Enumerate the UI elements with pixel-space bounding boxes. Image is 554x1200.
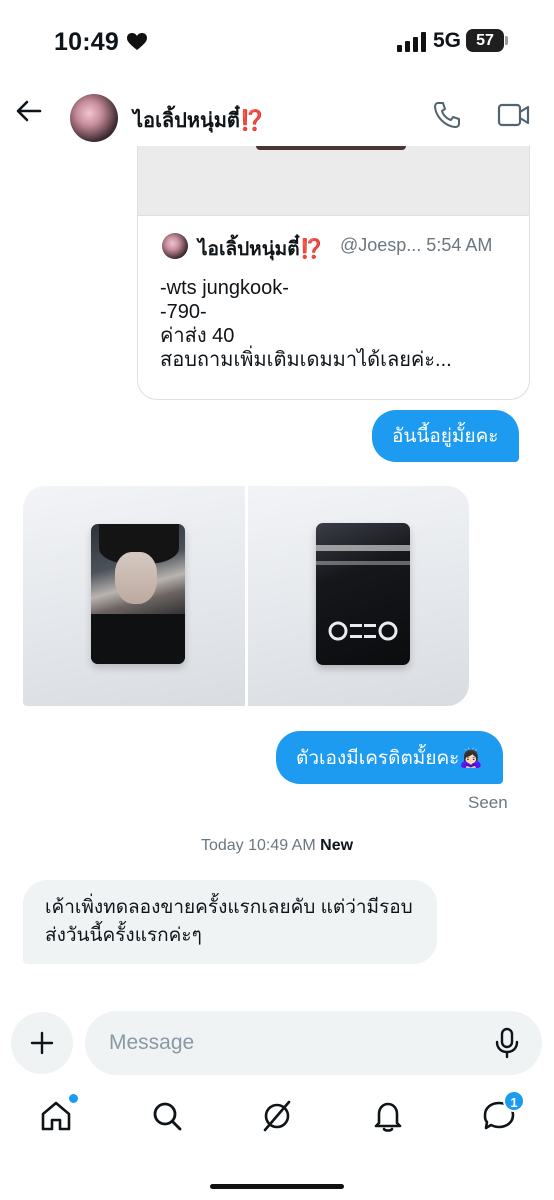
message-input[interactable]: Message — [85, 1011, 542, 1075]
back-arrow-icon[interactable] — [14, 96, 44, 126]
battery-indicator: 57 — [466, 29, 508, 52]
message-placeholder: Message — [109, 1031, 195, 1054]
quoted-post-line: -wts jungkook- — [160, 277, 289, 299]
quoted-post-text: -wts jungkook- -790- ค่าส่ง 40 สอบถามเพิ… — [160, 276, 520, 372]
quoted-post-line: ค่าส่ง 40 — [160, 325, 235, 347]
heart-icon — [127, 33, 147, 50]
seen-status: Seen — [468, 793, 508, 812]
quoted-post-author: ไอเลิ้ปหนุ่มตี๋⁉️ — [198, 239, 324, 260]
video-icon[interactable] — [497, 101, 531, 129]
messages-badge: 1 — [503, 1090, 525, 1112]
photocard-face — [115, 552, 157, 604]
avatar[interactable] — [70, 94, 118, 142]
network-label: 5G — [433, 29, 462, 52]
battery-level: 57 — [466, 29, 504, 52]
photocard-front — [91, 524, 185, 664]
plus-icon — [30, 1031, 54, 1055]
photo-front[interactable] — [23, 486, 245, 706]
message-text: อันนี้อยู่มั้ยคะ — [392, 426, 499, 447]
conversation-name[interactable]: ไอเลิ้ปหนุ่มตี๋⁉️ — [133, 104, 265, 136]
search-icon — [153, 1102, 182, 1131]
sent-message[interactable]: อันนี้อยู่มั้ยคะ — [372, 410, 519, 462]
nav-search[interactable] — [149, 1098, 185, 1134]
message-composer: Message — [0, 1006, 554, 1076]
notification-dot — [69, 1094, 78, 1103]
quoted-post-card[interactable]: ไอเลิ้ปหนุ่มตี๋⁉️ @Joesp... 5:54 AM -wts… — [137, 146, 530, 400]
nav-messages[interactable]: 1 — [481, 1090, 525, 1134]
nav-notifications[interactable] — [370, 1098, 406, 1134]
photocard-jacket — [91, 614, 185, 664]
home-icon — [41, 1101, 71, 1131]
photocard-back — [315, 523, 410, 665]
photocard-glare — [315, 545, 410, 551]
nav-home[interactable] — [38, 1094, 78, 1134]
quoted-post-media[interactable] — [138, 146, 529, 216]
message-text: เค้าเพิ่งทดลองขายครั้งแรกเลยคับ แต่ว่ามี… — [45, 897, 413, 946]
microphone-icon[interactable] — [493, 1027, 521, 1059]
grok-icon — [263, 1100, 291, 1132]
received-message[interactable]: เค้าเพิ่งทดลองขายครั้งแรกเลยคับ แต่ว่ามี… — [23, 880, 437, 964]
card-logo-icon — [328, 621, 397, 641]
timestamp-time: Today 10:49 AM — [200, 837, 316, 854]
quoted-post-handle-time: @Joesp... 5:54 AM — [340, 235, 493, 255]
home-indicator — [210, 1184, 344, 1189]
nav-grok[interactable] — [259, 1098, 295, 1134]
chat-header: ไอเลิ้ปหนุ่มตี๋⁉️ — [0, 84, 554, 146]
quoted-post-line: -790- — [160, 301, 207, 323]
add-attachment-button[interactable] — [11, 1012, 73, 1074]
message-text: ตัวเองมีเครดิตมั้ยคะ🙇🏻‍♀️ — [296, 747, 484, 769]
notifications-icon — [374, 1102, 402, 1132]
quoted-post-line: สอบถามเพิ่มเติมเดมมาได้เลยค่ะ... — [160, 349, 452, 371]
photo-attachments — [23, 486, 469, 706]
bottom-navigation: 1 — [0, 1090, 554, 1150]
battery-cap — [505, 36, 508, 45]
phone-icon[interactable] — [432, 100, 462, 130]
photocard-glare — [315, 561, 410, 565]
message-timestamp: Today 10:49 AM New — [0, 837, 554, 855]
new-label: New — [320, 837, 354, 854]
signal-icon — [397, 32, 426, 52]
status-time: 10:49 — [54, 28, 119, 56]
sent-message[interactable]: ตัวเองมีเครดิตมั้ยคะ🙇🏻‍♀️ — [276, 731, 504, 784]
photo-back[interactable] — [247, 486, 469, 706]
status-bar: 10:49 5G 57 — [0, 0, 554, 84]
media-edge — [256, 146, 406, 150]
quoted-post-avatar — [162, 233, 188, 259]
